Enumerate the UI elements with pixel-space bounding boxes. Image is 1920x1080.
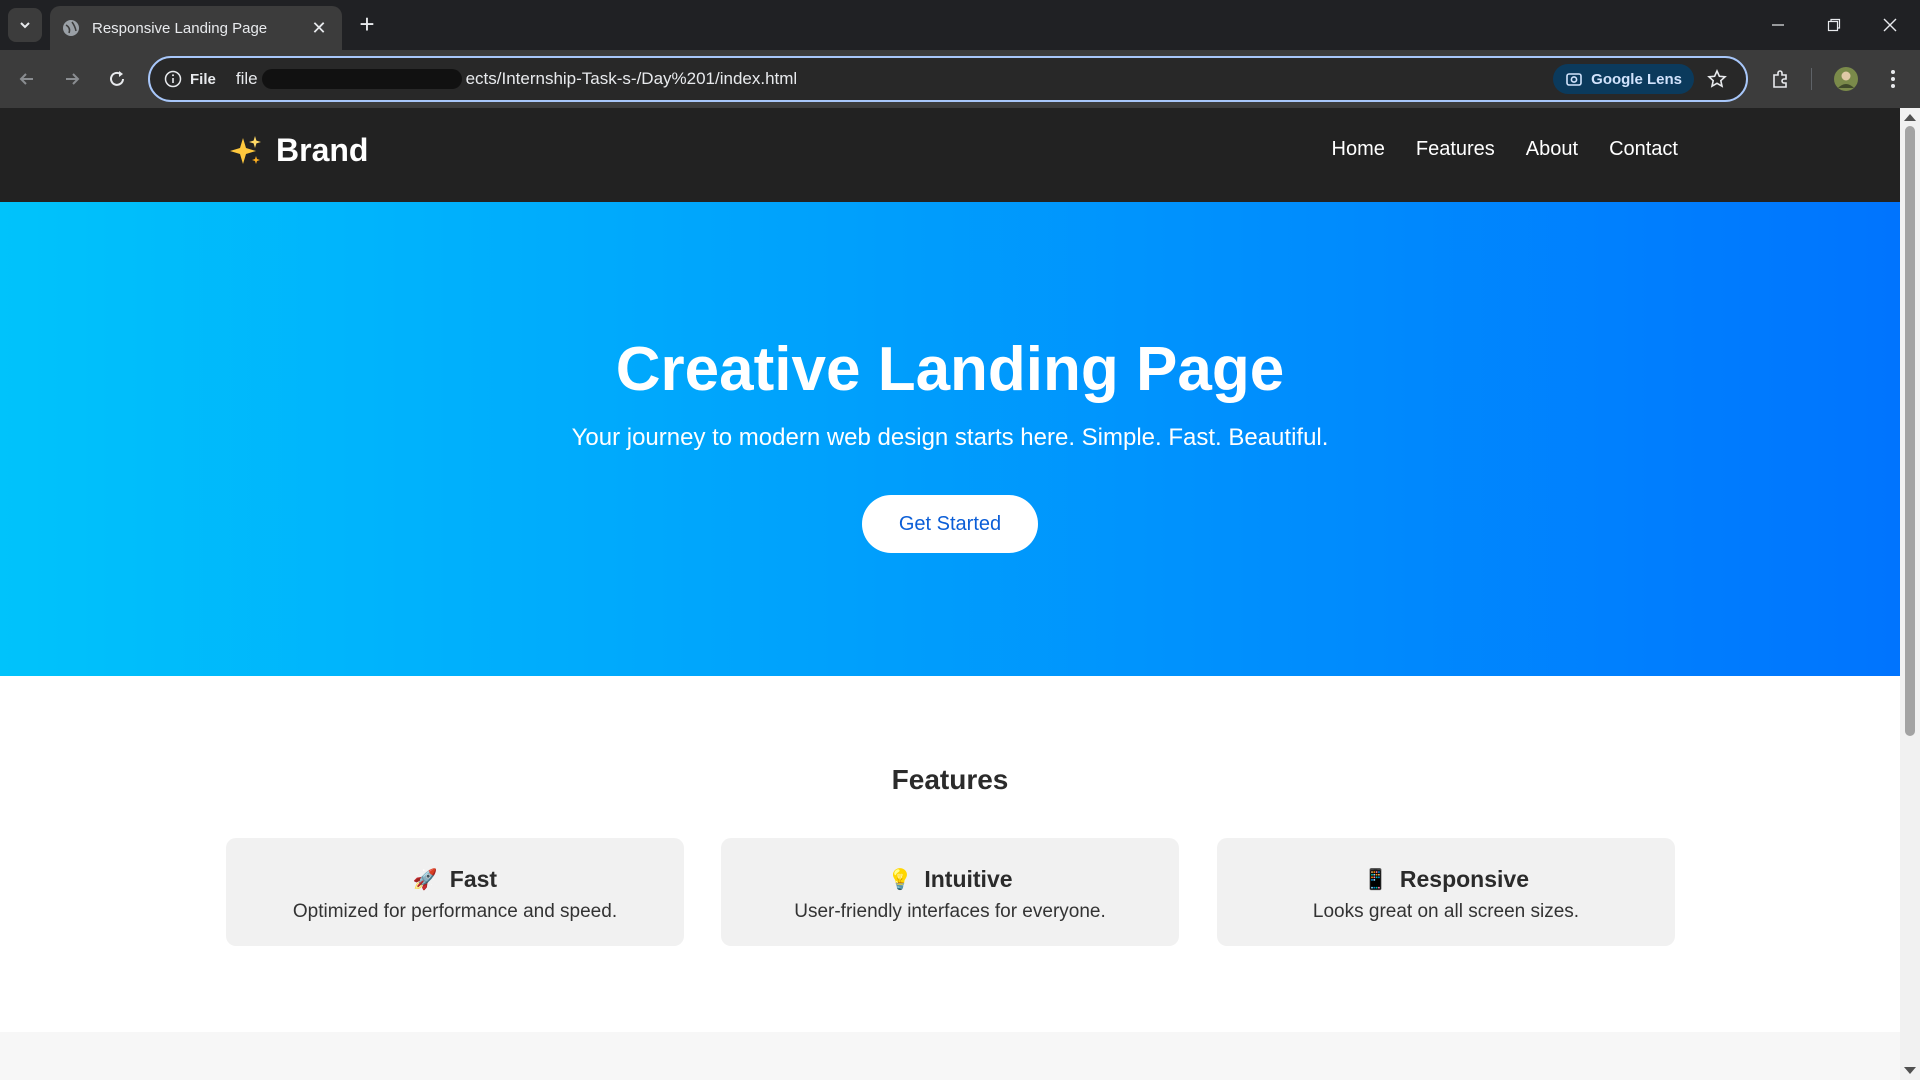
- url-end: ects/Internship-Task-s-/Day%201/index.ht…: [465, 68, 798, 88]
- tab-title: Responsive Landing Page: [92, 19, 268, 37]
- forward-button[interactable]: [57, 64, 87, 94]
- page-scrollbar[interactable]: [1900, 108, 1920, 1080]
- toolbar-divider: [1811, 68, 1812, 90]
- nav-link-about[interactable]: About: [1526, 138, 1578, 161]
- nav-link-home[interactable]: Home: [1332, 138, 1385, 161]
- more-vert-icon: [1891, 70, 1895, 88]
- chevron-down-icon: [20, 22, 30, 29]
- browser-tab-active[interactable]: Responsive Landing Page ✕: [50, 6, 342, 50]
- puzzle-icon: [1773, 70, 1787, 88]
- feature-title: Responsive: [1399, 866, 1529, 892]
- mobile-icon: 📱: [1362, 869, 1388, 891]
- feature-title-row: 📱 Responsive: [1217, 866, 1675, 893]
- address-bar[interactable]: File file ects/Internship-Task-s-/Day%201…: [148, 56, 1748, 102]
- nav-link-features[interactable]: Features: [1416, 138, 1495, 161]
- arrow-right-icon: [66, 73, 80, 85]
- feature-description: Optimized for performance and speed.: [292, 901, 618, 922]
- feature-description: Looks great on all screen sizes.: [1312, 901, 1580, 922]
- menu-button[interactable]: [1878, 64, 1908, 94]
- url-start: file: [235, 68, 258, 88]
- get-started-button[interactable]: Get Started: [862, 495, 1038, 553]
- tab-search-button[interactable]: [8, 8, 42, 42]
- arrow-left-icon: [19, 73, 33, 85]
- feature-title: Intuitive: [924, 866, 1013, 892]
- hero-title: Creative Landing Page: [615, 335, 1285, 404]
- features-heading: Features: [891, 764, 1009, 795]
- scheme-chip: File: [190, 70, 216, 88]
- new-tab-button[interactable]: +: [352, 10, 382, 40]
- hero-section: Creative Landing Page Your journey to mo…: [0, 202, 1900, 676]
- info-icon[interactable]: [164, 70, 182, 88]
- feature-title: Fast: [449, 866, 498, 892]
- rocket-icon: 🚀: [412, 869, 438, 891]
- redacted-path: [261, 69, 462, 90]
- hero-subtitle: Your journey to modern web design starts…: [571, 424, 1329, 451]
- extensions-button[interactable]: [1766, 64, 1796, 94]
- profile-avatar[interactable]: [1831, 64, 1861, 94]
- google-lens-button[interactable]: Google Lens: [1553, 64, 1694, 94]
- star-icon: [1707, 69, 1727, 88]
- next-section-edge: [0, 1032, 1900, 1080]
- scroll-down-arrow[interactable]: [1904, 1067, 1916, 1074]
- feature-card-fast: 🚀 Fast Optimized for performance and spe…: [226, 838, 684, 946]
- nav-link-contact[interactable]: Contact: [1609, 138, 1678, 161]
- bookmark-button[interactable]: [1702, 64, 1732, 94]
- restore-button[interactable]: [1812, 8, 1856, 42]
- url-text: file ects/Internship-Task-s-/Day%201/inde…: [236, 69, 1553, 90]
- feature-title-row: 🚀 Fast: [226, 866, 684, 893]
- nav-links: Home Features About Contact: [1332, 138, 1679, 161]
- restore-icon: [1827, 18, 1841, 32]
- feature-card-responsive: 📱 Responsive Looks great on all screen s…: [1217, 838, 1675, 946]
- reload-button[interactable]: [102, 64, 132, 94]
- scroll-up-arrow[interactable]: [1904, 114, 1916, 121]
- minimize-button[interactable]: [1756, 8, 1800, 42]
- lens-icon: [1566, 73, 1582, 86]
- lens-label: Google Lens: [1591, 70, 1682, 88]
- feature-description: User-friendly interfaces for everyone.: [794, 901, 1106, 922]
- page-viewport: Brand Home Features About Contact Creati…: [0, 108, 1900, 1080]
- avatar-icon: [1834, 67, 1858, 91]
- tab-close-icon[interactable]: ✕: [308, 18, 330, 39]
- brand-name: Brand: [276, 132, 369, 168]
- browser-toolbar: File file ects/Internship-Task-s-/Day%201…: [0, 50, 1920, 108]
- back-button[interactable]: [12, 64, 42, 94]
- minimize-icon: [1772, 24, 1784, 26]
- features-section: Features 🚀 Fast Optimized for performanc…: [0, 676, 1900, 1032]
- close-icon: [1883, 18, 1897, 32]
- site-navbar: Brand Home Features About Contact: [0, 108, 1900, 202]
- reload-icon: [110, 71, 124, 86]
- lightbulb-icon: 💡: [887, 869, 913, 891]
- sparkles-icon: [230, 135, 261, 164]
- browser-tabstrip: Responsive Landing Page ✕ +: [0, 0, 1920, 50]
- close-window-button[interactable]: [1868, 8, 1912, 42]
- feature-card-intuitive: 💡 Intuitive User-friendly interfaces for…: [721, 838, 1179, 946]
- scrollbar-thumb[interactable]: [1905, 126, 1915, 736]
- feature-title-row: 💡 Intuitive: [721, 866, 1179, 893]
- brand-logo[interactable]: Brand: [228, 132, 368, 169]
- globe-icon: [63, 20, 79, 36]
